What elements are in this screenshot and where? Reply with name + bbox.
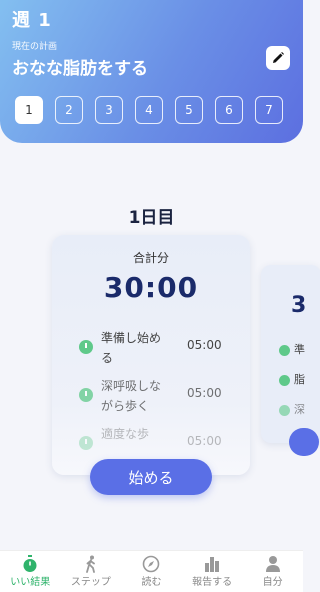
tab-profile[interactable]: 自分 [243, 555, 303, 588]
tab-label: ステップ [70, 577, 111, 588]
edit-plan-button[interactable] [266, 46, 290, 70]
step-time: 05:00 [187, 434, 222, 448]
next-day-total-time: 3 [291, 293, 307, 318]
header: 週 1 現在の計画 おなな脂肪をする 1 2 3 4 5 6 7 [0, 0, 303, 143]
day-button-7[interactable]: 7 [255, 96, 283, 124]
clock-icon [79, 436, 93, 450]
tab-label: 自分 [262, 577, 283, 588]
step-item: 深呼吸しながら歩く 05:00 [79, 376, 244, 416]
tab-label: いい結果 [10, 577, 51, 588]
plan-label: 現在の計画 [12, 42, 58, 52]
clock-icon [79, 388, 93, 402]
day-card: 合計分 30:00 準備し始める 05:00 深呼吸しながら歩く 05:00 適… [52, 235, 250, 475]
timer-icon [22, 555, 38, 573]
clock-icon [279, 345, 290, 356]
day-button-5[interactable]: 5 [175, 96, 203, 124]
bar-chart-icon [204, 555, 220, 573]
total-time: 30:00 [103, 271, 199, 304]
pencil-icon [273, 52, 284, 63]
start-button[interactable]: 始める [90, 459, 212, 495]
bottom-tab-bar: いい結果 ステップ 読む 報告する 自分 [0, 550, 303, 592]
tab-read[interactable]: 読む [121, 555, 181, 588]
day-selector: 1 2 3 4 5 6 7 [15, 96, 283, 124]
day-heading: 1日目 [128, 208, 175, 228]
next-day-step-name: 脂 [294, 373, 305, 386]
day-button-4[interactable]: 4 [135, 96, 163, 124]
clock-icon [279, 375, 290, 386]
clock-icon [79, 340, 93, 354]
step-name: 準備し始める [101, 331, 162, 365]
compass-icon [142, 555, 160, 573]
step-name: 深呼吸しながら歩く [101, 379, 162, 413]
total-minutes-label: 合計分 [132, 251, 169, 265]
day-button-6[interactable]: 6 [215, 96, 243, 124]
clock-icon [279, 405, 290, 416]
person-icon [265, 555, 281, 573]
tab-results[interactable]: いい結果 [0, 555, 60, 588]
next-day-start-button[interactable] [289, 428, 319, 456]
step-time: 05:00 [187, 386, 222, 400]
day-button-3[interactable]: 3 [95, 96, 123, 124]
step-item: 準備し始める 05:00 [79, 328, 244, 368]
tab-label: 読む [141, 577, 162, 588]
plan-name: おなな脂肪をする [12, 59, 148, 79]
tab-report[interactable]: 報告する [182, 555, 242, 588]
tab-steps[interactable]: ステップ [61, 555, 121, 588]
step-item: 適度な歩 05:00 [79, 424, 244, 464]
tab-label: 報告する [192, 577, 233, 588]
week-title: 週 1 [12, 10, 52, 31]
day-button-1[interactable]: 1 [15, 96, 43, 124]
step-time: 05:00 [187, 338, 222, 352]
day-button-2[interactable]: 2 [55, 96, 83, 124]
next-day-step-name: 準 [294, 343, 305, 356]
next-day-step-name: 深 [294, 403, 305, 416]
walking-icon [84, 555, 98, 573]
step-name: 適度な歩 [101, 427, 150, 441]
next-day-card[interactable]: 3 準 脂 深 [261, 265, 320, 443]
